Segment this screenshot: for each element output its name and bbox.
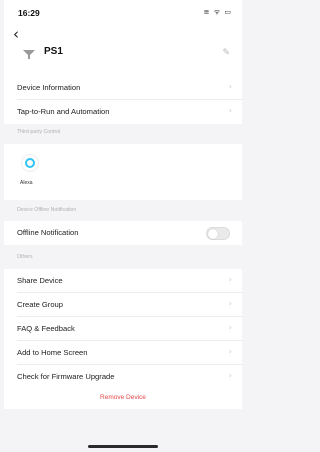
row-device-information[interactable]: Device Information › bbox=[4, 76, 242, 100]
row-label: Add to Home Screen bbox=[17, 348, 88, 357]
row-label: Tap-to-Run and Automation bbox=[17, 107, 110, 116]
chevron-right-icon: › bbox=[228, 323, 232, 332]
row-add-to-home-screen[interactable]: Add to Home Screen › bbox=[4, 341, 242, 365]
device-icon bbox=[23, 50, 35, 59]
chevron-right-icon: › bbox=[228, 347, 232, 356]
chevron-right-icon: › bbox=[228, 371, 232, 380]
chevron-right-icon: › bbox=[228, 82, 232, 91]
status-bar: 16:29 ≡ ᯤ ▭ bbox=[4, 0, 242, 26]
offline-notification-toggle[interactable] bbox=[206, 227, 230, 240]
alexa-icon[interactable] bbox=[21, 154, 39, 172]
row-label: Create Group bbox=[17, 300, 64, 309]
row-label: Check for Firmware Upgrade bbox=[17, 372, 115, 381]
row-share-device[interactable]: Share Device › bbox=[4, 269, 242, 293]
edit-icon[interactable]: ✎ bbox=[222, 48, 230, 58]
row-faq-feedback[interactable]: FAQ & Feedback › bbox=[4, 317, 242, 341]
home-indicator bbox=[88, 445, 158, 448]
section-title-offline: Device Offline Notification bbox=[17, 207, 77, 213]
alexa-label: Alexa bbox=[20, 180, 33, 186]
status-time: 16:29 bbox=[18, 8, 40, 18]
chevron-right-icon: › bbox=[228, 299, 232, 308]
row-offline-notification: Offline Notification bbox=[4, 221, 242, 245]
remove-device-button[interactable]: Remove Device bbox=[4, 387, 242, 409]
device-settings-screen: 16:29 ≡ ᯤ ▭ ‹ PS1 ✎ Device Information ›… bbox=[4, 0, 242, 452]
third-party-control: Alexa bbox=[4, 144, 242, 200]
device-header: ‹ PS1 ✎ bbox=[4, 26, 242, 76]
alexa-ring-icon bbox=[25, 158, 35, 168]
section-title-others: Others bbox=[17, 254, 33, 260]
row-create-group[interactable]: Create Group › bbox=[4, 293, 242, 317]
chevron-right-icon: › bbox=[228, 275, 232, 284]
toggle-knob bbox=[208, 229, 218, 239]
row-label: Offline Notification bbox=[17, 228, 79, 237]
remove-device-label: Remove Device bbox=[100, 394, 146, 401]
chevron-right-icon: › bbox=[228, 106, 232, 115]
status-icons: ≡ ᯤ ▭ bbox=[203, 8, 232, 16]
row-label: FAQ & Feedback bbox=[17, 324, 75, 333]
device-name: PS1 bbox=[44, 46, 63, 57]
row-label: Share Device bbox=[17, 276, 63, 285]
row-tap-to-run[interactable]: Tap-to-Run and Automation › bbox=[4, 100, 242, 124]
row-firmware-upgrade[interactable]: Check for Firmware Upgrade › bbox=[4, 365, 242, 389]
row-label: Device Information bbox=[17, 83, 81, 92]
back-icon[interactable]: ‹ bbox=[13, 26, 19, 42]
section-title-third-party: Third-party Control bbox=[17, 129, 61, 135]
